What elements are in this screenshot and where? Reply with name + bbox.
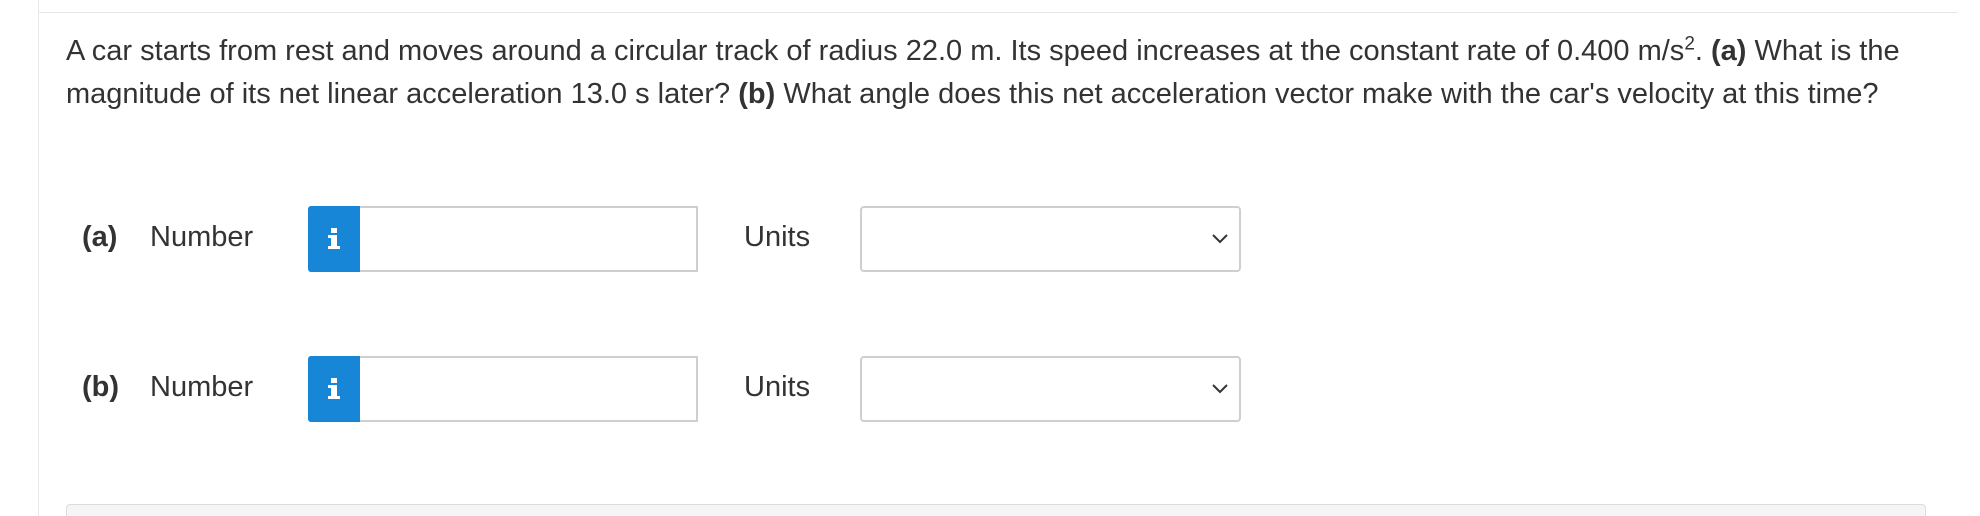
part-label: (a) [82, 221, 118, 253]
question-part-a-tag: (a) [1711, 35, 1747, 67]
units-dropdown[interactable] [860, 206, 1241, 272]
answer-row-b: (b) Number Units [0, 356, 1980, 422]
question-text-part-4: What angle does this net acceleration ve… [775, 78, 1879, 110]
info-button[interactable] [308, 206, 360, 272]
info-button[interactable] [308, 356, 360, 422]
part-label: (b) [82, 371, 120, 403]
question-text-part-1: A car starts from rest and moves around … [66, 35, 1685, 67]
bottom-panel [66, 504, 1926, 516]
question-text-part-2: . [1694, 35, 1712, 67]
units-label: Units [744, 221, 811, 253]
info-icon [328, 228, 340, 249]
question-text: A car starts from rest and moves around … [66, 30, 1936, 116]
question-part-b-tag: (b) [738, 78, 776, 110]
units-dropdown[interactable] [860, 356, 1241, 422]
number-input[interactable] [360, 206, 698, 272]
chevron-down-icon [1212, 234, 1228, 244]
answer-row-a: (a) Number Units [0, 206, 1980, 272]
number-label: Number [150, 221, 254, 253]
chevron-down-icon [1212, 384, 1228, 394]
info-icon [328, 378, 340, 399]
question-superscript: 2 [1684, 33, 1695, 55]
number-label: Number [150, 371, 254, 403]
units-label: Units [744, 371, 811, 403]
question-page: A car starts from rest and moves around … [0, 0, 1980, 516]
number-input[interactable] [360, 356, 698, 422]
top-divider [38, 12, 1958, 13]
